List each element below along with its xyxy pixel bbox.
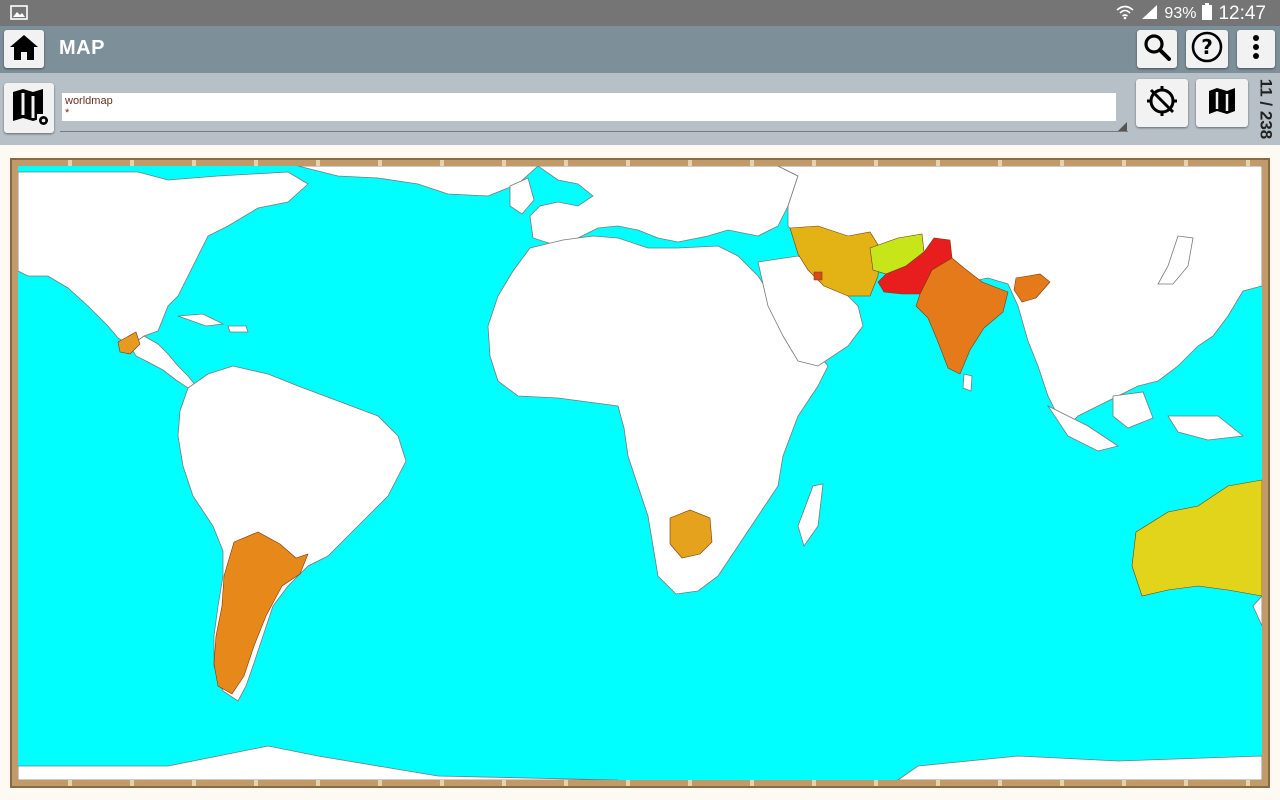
svg-text:?: ? [1201,35,1213,59]
region-europe [529,166,799,247]
map-name: worldmap [65,95,113,107]
status-right: 93% 12:47 [1116,3,1266,25]
region-madagascar [797,483,824,547]
page-title: MAP [59,37,105,59]
map-icon [1206,85,1238,122]
search-icon [1143,33,1171,66]
filter-text: * [65,107,70,119]
home-icon [9,33,39,66]
country-kuwait[interactable] [813,271,823,281]
region-borneo [1112,391,1154,429]
country-australia[interactable] [1131,479,1262,597]
wifi-icon [1116,4,1134,25]
map-frame [10,158,1270,788]
map-settings-button[interactable] [4,83,54,133]
map-filter-input[interactable]: worldmap * [62,93,1116,121]
region-south-america [177,365,407,702]
more-button[interactable] [1237,30,1275,68]
more-vert-icon [1252,34,1260,65]
status-bar: 93% 12:47 [0,0,1280,26]
map-toolbar: worldmap * 11 / 238 [0,73,1280,145]
locate-button[interactable] [1136,79,1188,127]
clock: 12:47 [1218,3,1266,24]
picture-icon [10,5,28,25]
region-cuba [177,313,225,327]
region-greenland [297,166,539,197]
location-off-icon [1145,84,1179,123]
map-settings-icon [7,84,51,133]
app-bar: MAP ? [0,26,1280,73]
help-button[interactable]: ? [1186,30,1228,68]
region-north-america [18,171,309,347]
region-new-zealand [1252,595,1262,627]
region-antarctica-east [897,755,1262,780]
region-new-guinea [1167,415,1245,441]
region-hispaniola [227,325,249,333]
map-button[interactable] [1196,79,1248,127]
input-underline [60,131,1128,132]
signal-icon [1140,4,1158,25]
world-map[interactable] [18,166,1262,780]
help-icon: ? [1191,31,1223,68]
resize-corner-icon [1118,122,1127,131]
home-button[interactable] [4,30,44,68]
region-antarctica [18,745,619,780]
battery-percent: 93% [1164,5,1197,22]
search-button[interactable] [1137,30,1177,68]
world-map-svg[interactable] [18,166,1262,780]
region-sri-lanka [962,373,973,392]
battery-icon [1202,3,1213,25]
country-counter: 11 / 238 [1256,78,1276,140]
